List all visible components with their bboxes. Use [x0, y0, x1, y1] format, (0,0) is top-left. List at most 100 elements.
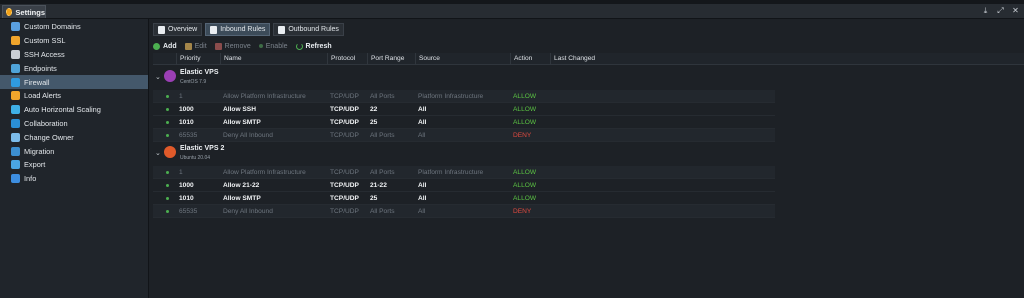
status-dot-icon	[166, 121, 169, 124]
firewall-icon	[11, 77, 20, 87]
owner-icon	[11, 132, 20, 142]
sidebar-item-label: Change Owner	[24, 132, 74, 142]
cell-protocol: TCP/UDP	[330, 208, 359, 215]
sidebar-item-ssl[interactable]: Custom SSL	[0, 34, 148, 48]
pencil-icon	[184, 42, 192, 50]
sidebar-item-label: Custom Domains	[24, 22, 81, 32]
cell-protocol: TCP/UDP	[330, 106, 359, 113]
tab-overview[interactable]: Overview	[153, 23, 203, 36]
info-icon	[11, 174, 20, 184]
scaling-icon	[11, 105, 20, 115]
table-row[interactable]: 1010 Allow SMTP TCP/UDP 25 All ALLOW	[153, 192, 775, 205]
remove-button[interactable]: Remove	[214, 42, 251, 50]
sidebar-item-export[interactable]: Export	[0, 158, 148, 172]
status-dot-icon	[166, 108, 169, 111]
cell-priority: 1010	[179, 195, 194, 202]
sidebar-item-globe[interactable]: Custom Domains	[0, 20, 148, 34]
sidebar-item-label: Migration	[24, 146, 55, 156]
cell-source: Platform Infrastructure	[418, 169, 484, 176]
enable-label: Enable	[265, 42, 288, 50]
trash-icon	[214, 42, 222, 50]
cell-priority: 1000	[179, 182, 194, 189]
cell-protocol: TCP/UDP	[330, 169, 359, 176]
cell-protocol: TCP/UDP	[330, 119, 359, 126]
remove-label: Remove	[224, 42, 251, 50]
sidebar-item-label: Collaboration	[24, 118, 68, 128]
sidebar-item-scaling[interactable]: Auto Horizontal Scaling	[0, 103, 148, 117]
cell-port: All Ports	[370, 132, 395, 139]
table-row[interactable]: 1010 Allow SMTP TCP/UDP 25 All ALLOW	[153, 116, 775, 129]
tab-inbound-rules[interactable]: Inbound Rules	[205, 23, 271, 36]
column-header-port-range[interactable]: Port Range	[367, 53, 415, 65]
table-row[interactable]: 65535 Deny All Inbound TCP/UDP All Ports All…	[153, 205, 775, 218]
export-icon	[11, 160, 20, 170]
column-header-name[interactable]: Name	[220, 53, 327, 65]
chevron-down-icon[interactable]: ⌄	[155, 149, 161, 157]
cell-source: All	[418, 195, 427, 202]
environment-os: CentOS 7.9	[180, 79, 207, 85]
cell-port: 25	[370, 119, 378, 126]
refresh-label: Refresh	[305, 42, 332, 50]
cell-port: All Ports	[370, 93, 395, 100]
table-row[interactable]: 1 Allow Platform Infrastructure TCP/UDP All…	[153, 166, 775, 179]
sidebar-item-migration[interactable]: Migration	[0, 144, 148, 158]
toolbar: Add Edit Remove Enable Refresh	[153, 40, 332, 52]
ssl-icon	[11, 36, 20, 46]
expand-icon[interactable]: ⤢	[996, 6, 1005, 16]
cell-source: Platform Infrastructure	[418, 93, 484, 100]
sidebar-item-alert[interactable]: Load Alerts	[0, 89, 148, 103]
column-header-last-changed[interactable]: Last Changed	[550, 53, 625, 65]
table-row[interactable]: 1000 Allow SSH TCP/UDP 22 All ALLOW	[153, 103, 775, 116]
tab-outbound-rules[interactable]: Outbound Rules	[273, 23, 344, 36]
status-dot-icon	[166, 171, 169, 174]
chevron-down-icon[interactable]: ⌄	[155, 73, 161, 81]
sidebar-item-firewall[interactable]: Firewall	[0, 75, 148, 89]
settings-window-tab[interactable]: Settings	[2, 5, 46, 18]
column-header-source[interactable]: Source	[415, 53, 510, 65]
table-row[interactable]: 65535 Deny All Inbound TCP/UDP All Ports All…	[153, 129, 775, 142]
tab-label: Outbound Rules	[288, 26, 339, 33]
cell-source: All	[418, 106, 427, 113]
cell-action: ALLOW	[513, 195, 537, 202]
enable-icon	[258, 44, 263, 48]
environment-name: Elastic VPS 2	[180, 145, 225, 152]
cell-port: All Ports	[370, 208, 395, 215]
cell-name: Allow SSH	[223, 106, 256, 113]
cell-action: ALLOW	[513, 182, 537, 189]
table-row[interactable]: 1000 Allow 21-22 TCP/UDP 21-22 All ALLOW	[153, 179, 775, 192]
collaboration-icon	[11, 118, 20, 128]
cell-port: All Ports	[370, 169, 395, 176]
column-header-priority[interactable]: Priority	[176, 53, 220, 65]
gear-icon	[6, 8, 13, 16]
table-row[interactable]: 1 Allow Platform Infrastructure TCP/UDP All…	[153, 90, 775, 103]
environment-os: Ubuntu 20.04	[180, 155, 211, 161]
environment-group[interactable]: ⌄ Elastic VPS 2 Ubuntu 20.04	[153, 143, 773, 166]
environment-group[interactable]: ⌄ Elastic VPS CentOS 7.9	[153, 67, 773, 90]
main-panel: Overview Inbound Rules Outbound Rules Add …	[149, 19, 1024, 298]
column-header-action[interactable]: Action	[510, 53, 550, 65]
sidebar-item-info[interactable]: Info	[0, 172, 148, 186]
cell-priority: 1000	[179, 106, 194, 113]
document-icon	[278, 25, 286, 34]
cell-name: Deny All Inbound	[223, 132, 273, 139]
download-icon[interactable]: ⤓	[981, 6, 990, 16]
edit-button[interactable]: Edit	[184, 42, 207, 50]
sidebar-item-collaboration[interactable]: Collaboration	[0, 117, 148, 131]
enable-button[interactable]: Enable	[258, 42, 288, 50]
cell-source: All	[418, 208, 426, 215]
refresh-button[interactable]: Refresh	[295, 42, 332, 50]
endpoints-icon	[11, 63, 20, 73]
sidebar-item-terminal[interactable]: SSH Access	[0, 48, 148, 62]
rules-grid: Priority Name Protocol Port Range Source Acti…	[153, 53, 1024, 298]
migration-icon	[11, 146, 20, 156]
cell-name: Allow Platform Infrastructure	[223, 169, 306, 176]
cell-priority: 1010	[179, 119, 194, 126]
column-header-protocol[interactable]: Protocol	[327, 53, 367, 65]
cell-protocol: TCP/UDP	[330, 93, 359, 100]
refresh-icon	[295, 42, 303, 50]
sidebar-item-owner[interactable]: Change Owner	[0, 130, 148, 144]
close-icon[interactable]: ✕	[1011, 6, 1020, 16]
document-icon	[158, 25, 165, 34]
sidebar-item-endpoints[interactable]: Endpoints	[0, 61, 148, 75]
add-button[interactable]: Add	[153, 42, 177, 50]
